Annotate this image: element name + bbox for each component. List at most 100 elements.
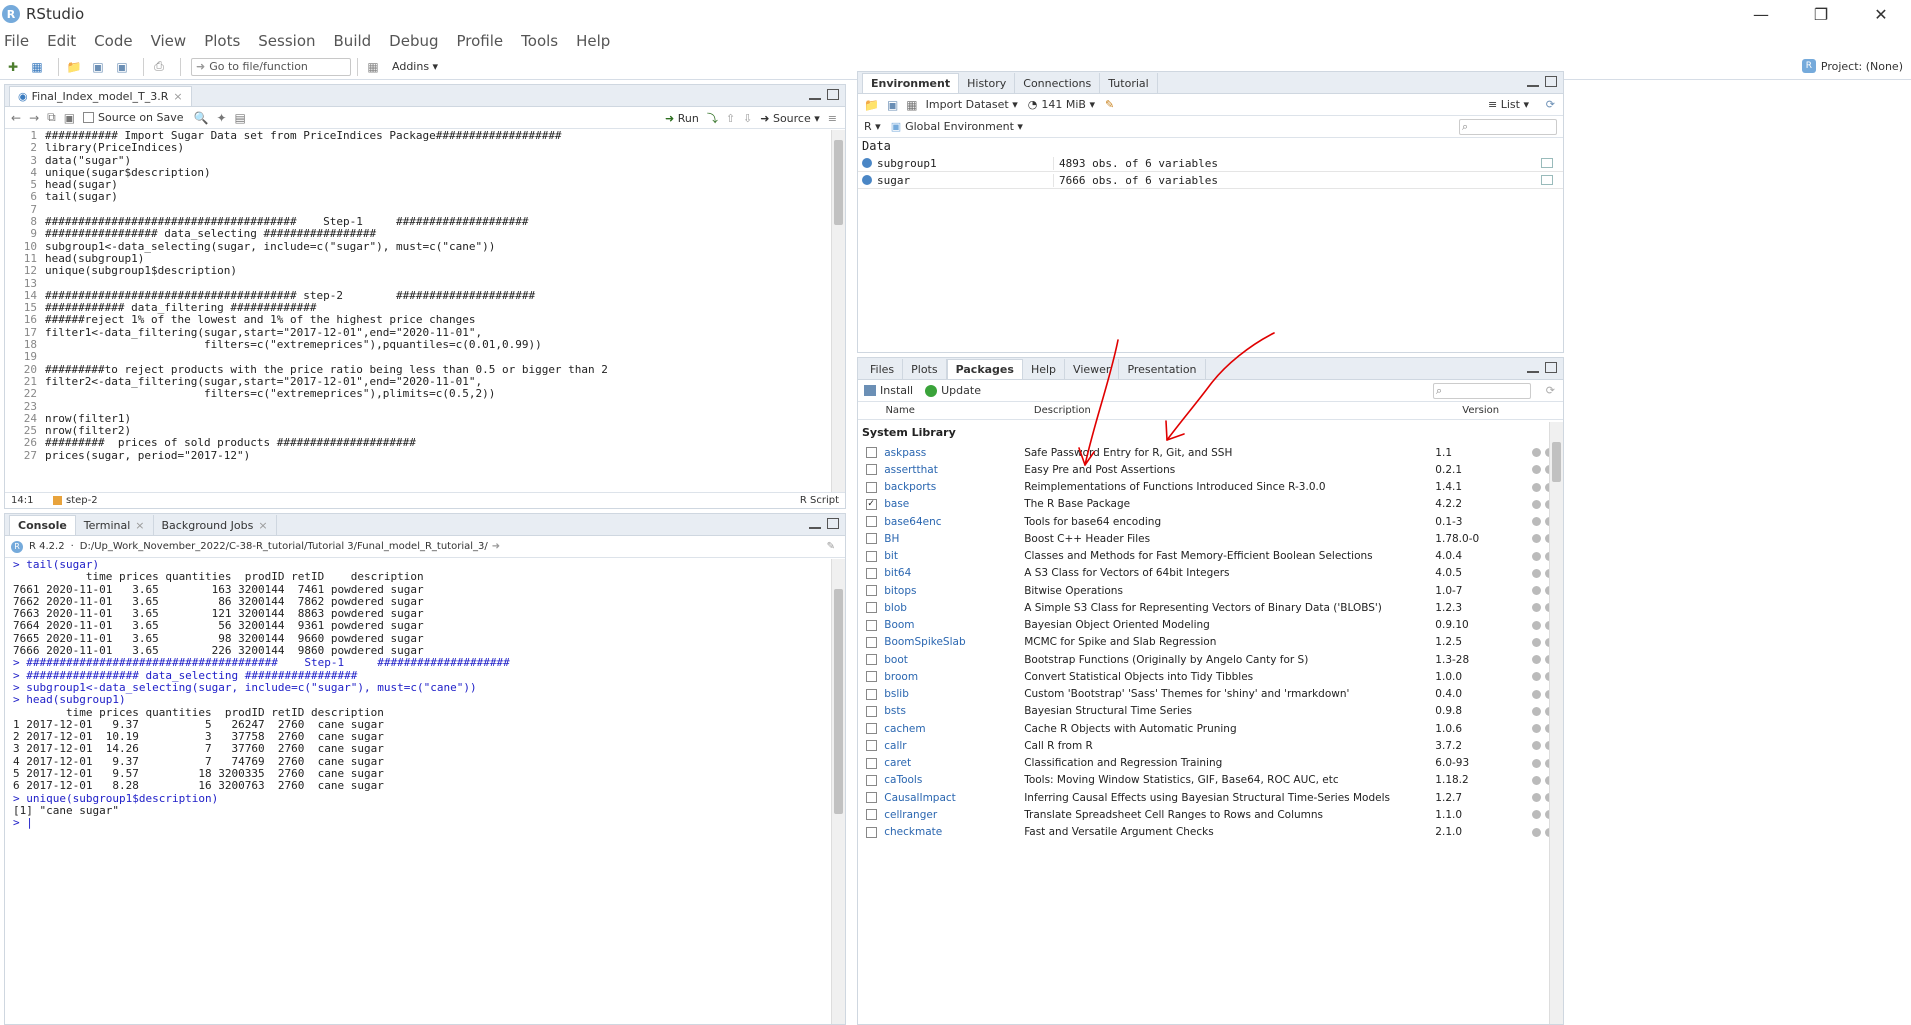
- refresh-env-icon[interactable]: ⟳: [1546, 98, 1555, 111]
- package-load-checkbox[interactable]: [865, 826, 877, 838]
- package-name-link[interactable]: Boom: [884, 619, 1024, 631]
- menu-plots[interactable]: Plots: [204, 32, 240, 50]
- package-load-checkbox[interactable]: [865, 705, 877, 717]
- tab-terminal[interactable]: Terminal ×: [76, 515, 154, 535]
- update-button[interactable]: Update: [925, 384, 981, 397]
- save-all-icon[interactable]: ▣: [113, 59, 131, 75]
- package-load-checkbox[interactable]: [865, 481, 877, 493]
- tab-packages[interactable]: Packages: [946, 359, 1023, 379]
- package-website-icon[interactable]: [1531, 706, 1541, 716]
- console-output[interactable]: > tail(sugar) time prices quantities pro…: [5, 559, 831, 1024]
- workspace-panes-icon[interactable]: ▦: [364, 59, 382, 75]
- code-text[interactable]: library(PriceIndices): [45, 141, 184, 154]
- package-name-link[interactable]: cachem: [884, 723, 1024, 735]
- package-website-icon[interactable]: [1531, 741, 1541, 751]
- package-name-link[interactable]: checkmate: [884, 826, 1024, 838]
- close-window-button[interactable]: ✕: [1851, 0, 1911, 28]
- install-button[interactable]: Install: [864, 384, 913, 397]
- forward-arrow-icon[interactable]: →: [29, 111, 39, 125]
- menu-help[interactable]: Help: [576, 32, 610, 50]
- expand-object-icon[interactable]: [862, 158, 872, 168]
- menu-build[interactable]: Build: [334, 32, 372, 50]
- menu-tools[interactable]: Tools: [521, 32, 558, 50]
- minimize-console-icon[interactable]: [809, 518, 821, 529]
- go-down-icon[interactable]: ⇩: [743, 112, 752, 125]
- package-name-link[interactable]: BH: [884, 533, 1024, 545]
- env-search-input[interactable]: [1459, 119, 1557, 135]
- refresh-packages-icon[interactable]: ⟳: [1546, 384, 1555, 397]
- package-name-link[interactable]: bsts: [884, 705, 1024, 717]
- maximize-window-button[interactable]: ❐: [1791, 0, 1851, 28]
- code-line[interactable]: 12 unique(subgroup1$description): [5, 264, 831, 277]
- tab-environment[interactable]: Environment: [862, 73, 960, 93]
- package-website-icon[interactable]: [1531, 637, 1541, 647]
- view-data-grid-icon[interactable]: [1541, 158, 1553, 168]
- find-icon[interactable]: 🔍: [194, 111, 209, 125]
- package-website-icon[interactable]: [1531, 620, 1541, 630]
- tab-tutorial[interactable]: Tutorial: [1100, 73, 1158, 93]
- expand-object-icon[interactable]: [862, 175, 872, 185]
- code-line[interactable]: 4 unique(sugar$description): [5, 166, 831, 179]
- new-project-icon[interactable]: ▦: [28, 59, 46, 75]
- tab-plots[interactable]: Plots: [903, 359, 947, 379]
- package-website-icon[interactable]: [1531, 534, 1541, 544]
- package-load-checkbox[interactable]: [865, 585, 877, 597]
- code-line[interactable]: 6 tail(sugar): [5, 191, 831, 204]
- package-load-checkbox[interactable]: [865, 792, 877, 804]
- package-website-icon[interactable]: [1531, 482, 1541, 492]
- menu-view[interactable]: View: [151, 32, 187, 50]
- package-website-icon[interactable]: [1531, 689, 1541, 699]
- package-name-link[interactable]: callr: [884, 740, 1024, 752]
- package-load-checkbox[interactable]: [865, 602, 877, 614]
- package-website-icon[interactable]: [1531, 655, 1541, 665]
- close-terminal-icon[interactable]: ×: [135, 519, 144, 532]
- menu-session[interactable]: Session: [258, 32, 315, 50]
- go-up-icon[interactable]: ⇧: [726, 112, 735, 125]
- view-data-grid-icon[interactable]: [1541, 175, 1553, 185]
- close-tab-icon[interactable]: ×: [173, 90, 182, 103]
- tab-background-jobs[interactable]: Background Jobs ×: [154, 515, 277, 535]
- tab-connections[interactable]: Connections: [1015, 73, 1101, 93]
- package-website-icon[interactable]: [1531, 810, 1541, 820]
- scope-dropdown[interactable]: Global Environment ▾: [905, 120, 1023, 133]
- package-load-checkbox[interactable]: [865, 533, 877, 545]
- project-menu[interactable]: R Project: (None): [1801, 59, 1903, 73]
- code-line[interactable]: 18 filters=c("extremeprices"),pquantiles…: [5, 338, 831, 351]
- package-load-checkbox[interactable]: [865, 723, 877, 735]
- new-file-icon[interactable]: ✚: [4, 59, 22, 75]
- import-dataset-dropdown[interactable]: Import Dataset ▾: [926, 98, 1018, 111]
- package-name-link[interactable]: base: [884, 498, 1024, 510]
- save-file-icon[interactable]: ▣: [64, 111, 75, 125]
- close-background-jobs-icon[interactable]: ×: [258, 519, 267, 532]
- minimize-pane-icon[interactable]: [809, 89, 821, 100]
- package-name-link[interactable]: askpass: [884, 447, 1024, 459]
- package-load-checkbox[interactable]: [865, 447, 877, 459]
- source-button[interactable]: ➜ Source ▾: [760, 112, 820, 125]
- package-website-icon[interactable]: [1531, 465, 1541, 475]
- compile-report-icon[interactable]: ▤: [235, 111, 246, 125]
- menu-edit[interactable]: Edit: [47, 32, 76, 50]
- package-name-link[interactable]: BoomSpikeSlab: [884, 636, 1024, 648]
- package-website-icon[interactable]: [1531, 724, 1541, 734]
- package-load-checkbox[interactable]: [865, 567, 877, 579]
- package-load-checkbox[interactable]: [865, 636, 877, 648]
- package-name-link[interactable]: bitops: [884, 585, 1024, 597]
- rerun-icon[interactable]: ⤵: [707, 110, 718, 126]
- package-load-checkbox[interactable]: [865, 774, 877, 786]
- code-text[interactable]: filters=c("extremeprices"),pquantiles=c(…: [45, 338, 542, 351]
- code-line[interactable]: 9 ################# data_selecting ######…: [5, 228, 831, 241]
- packages-scrollbar[interactable]: [1549, 422, 1563, 1024]
- package-load-checkbox[interactable]: [865, 619, 877, 631]
- code-text[interactable]: tail(sugar): [45, 191, 118, 204]
- addins-dropdown[interactable]: Addins ▾: [392, 60, 438, 73]
- show-in-window-icon[interactable]: ⧉: [47, 110, 56, 125]
- package-load-checkbox[interactable]: [865, 464, 877, 476]
- minimize-env-icon[interactable]: [1527, 76, 1539, 87]
- package-load-checkbox[interactable]: [865, 757, 877, 769]
- package-website-icon[interactable]: [1531, 603, 1541, 613]
- back-arrow-icon[interactable]: ←: [11, 111, 21, 125]
- package-load-checkbox[interactable]: [865, 671, 877, 683]
- code-line[interactable]: 26 ######### prices of sold products ####…: [5, 437, 831, 450]
- tab-help[interactable]: Help: [1023, 359, 1066, 379]
- save-icon[interactable]: ▣: [89, 59, 107, 75]
